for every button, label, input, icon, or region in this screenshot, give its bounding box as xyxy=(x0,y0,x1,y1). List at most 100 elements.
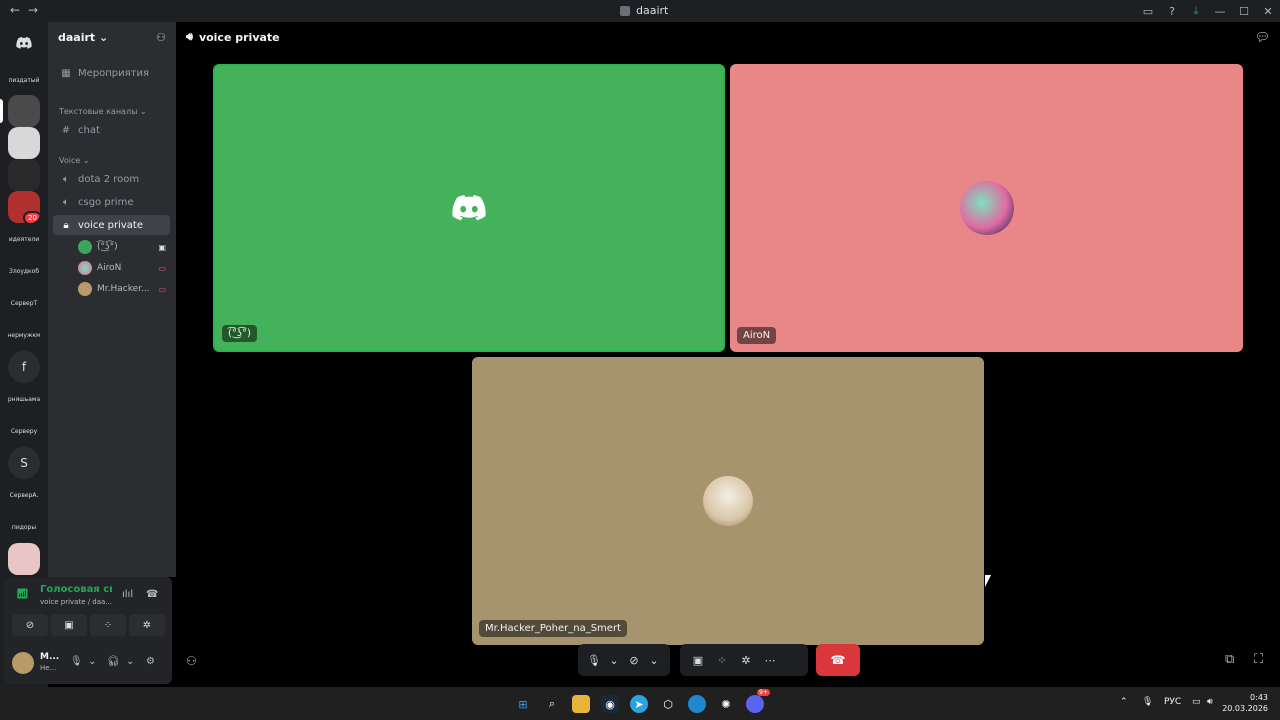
disconnect-icon[interactable]: ☎ xyxy=(146,589,158,600)
soundboard-icon[interactable]: ✲ xyxy=(736,654,756,667)
telegram-icon[interactable]: ➤ xyxy=(630,695,648,713)
maximize-button[interactable]: ☐ xyxy=(1232,5,1256,18)
server-icon-10[interactable]: рняшьама xyxy=(8,383,40,415)
gear-icon[interactable]: ⚙ xyxy=(146,656,155,667)
window-title: daairt xyxy=(620,4,668,17)
camera-off-icon[interactable]: ⊘ xyxy=(626,654,642,667)
server-icon-1[interactable] xyxy=(8,95,40,127)
server-icon-4[interactable]: 20 xyxy=(8,191,40,223)
server-icon-9[interactable]: f xyxy=(8,351,40,383)
discord-home-icon[interactable] xyxy=(8,27,40,59)
voice-channel-link[interactable]: voice private / daa... xyxy=(40,598,112,606)
avatar xyxy=(703,476,753,526)
signal-icon[interactable]: 📶︎ xyxy=(16,589,29,600)
voice-status[interactable]: Голосовая связ xyxy=(40,584,112,595)
server-label: S xyxy=(20,455,28,470)
microphone-icon[interactable]: 🎙︎ xyxy=(70,656,83,667)
server-icon-8[interactable]: нермужкм xyxy=(8,319,40,351)
server-label: рняшьама xyxy=(8,395,40,403)
microphone-icon[interactable]: 🎙︎ xyxy=(586,654,602,667)
server-icon-15[interactable] xyxy=(8,543,40,575)
server-label: идеятели xyxy=(8,235,40,243)
invite-user-icon[interactable]: ⚇ xyxy=(156,31,166,44)
windows-start-icon[interactable]: ⊞ xyxy=(514,695,532,713)
server-icon-12[interactable]: S xyxy=(8,447,40,479)
window-titlebar: ←→ daairt ▭ ? ⤓ — ☐ ✕ xyxy=(0,0,1280,22)
call-title: voice private xyxy=(198,30,280,44)
channel-dota-2-room[interactable]: 🔈︎ dota 2 room xyxy=(53,169,170,189)
participant-tile-1[interactable]: (͡°͜ʖ͡°) xyxy=(213,64,725,352)
server-icon-6[interactable]: Злоудкоб xyxy=(8,255,40,287)
user-panel: M... He... 🎙︎ ⌄ 🎧︎ ⌄ ⚙ xyxy=(4,648,172,684)
network-icon[interactable]: ▭ xyxy=(1192,697,1201,707)
events-item[interactable]: ▦ Мероприятия xyxy=(53,63,170,83)
chevron-down-icon[interactable]: ⌄ xyxy=(126,656,134,667)
close-button[interactable]: ✕ xyxy=(1256,5,1280,18)
inbox-icon[interactable]: ▭ xyxy=(1136,5,1160,18)
server-name-dropdown[interactable]: daairt ⌄ xyxy=(58,31,108,44)
leave-call-button[interactable]: ☎ xyxy=(816,644,860,676)
minimize-button[interactable]: — xyxy=(1208,5,1232,18)
chevron-down-icon[interactable]: ⌄ xyxy=(606,654,622,667)
server-icon-11[interactable]: Серверу xyxy=(8,415,40,447)
channel-chat[interactable]: # chat xyxy=(53,120,170,140)
noise-suppression-icon[interactable]: ılıl xyxy=(122,589,133,600)
category-text-channels[interactable]: Текстовые каналы ⌄ xyxy=(59,107,147,116)
server-label: f xyxy=(21,359,27,374)
headphones-icon[interactable]: 🎧︎ xyxy=(107,656,120,667)
back-forward-nav[interactable]: ←→ xyxy=(10,3,46,17)
tray-expand-icon[interactable]: ⌃ xyxy=(1120,697,1128,707)
chevron-down-icon[interactable]: ⌄ xyxy=(646,654,662,667)
server-icon-14[interactable]: пидоры xyxy=(8,511,40,543)
voice-user-1[interactable]: (͡°͜ʖ͡°) ▣ xyxy=(78,238,170,256)
soundboard-button[interactable]: ✲ xyxy=(129,614,165,636)
search-icon[interactable]: ⌕ xyxy=(543,695,561,713)
avatar xyxy=(78,240,92,254)
notification-badge: 9+ xyxy=(757,689,770,696)
server-icon-2[interactable] xyxy=(8,127,40,159)
server-icon xyxy=(620,5,630,16)
activities-icon[interactable]: ⁘ xyxy=(712,654,732,667)
server-label: СерверТ xyxy=(10,299,38,307)
server-icon-0[interactable]: пиздатый xyxy=(8,64,40,96)
avatar[interactable] xyxy=(12,652,34,674)
user-name: M... xyxy=(40,652,60,662)
voice-user-3[interactable]: Mr.Hacker... ▭ xyxy=(78,280,170,298)
screen-share-button[interactable]: ▣ xyxy=(51,614,87,636)
server-label: СерверА. xyxy=(9,491,39,499)
participant-tile-2[interactable]: AiroN xyxy=(730,64,1243,352)
popout-icon[interactable]: ⧉ xyxy=(1225,652,1234,667)
discord-taskbar-icon[interactable]: 9+ xyxy=(746,689,770,713)
language-indicator[interactable]: РУС xyxy=(1164,697,1181,707)
channel-csgo-prime[interactable]: 🔈︎ csgo prime xyxy=(53,192,170,212)
screen-share-icon[interactable]: ▣ xyxy=(688,654,708,667)
speaker-icon: 🔊︎ xyxy=(186,30,193,43)
server-icon-7[interactable]: СерверТ xyxy=(8,287,40,319)
server-icon-3[interactable] xyxy=(8,159,40,191)
steam-icon[interactable]: ◉ xyxy=(601,695,619,713)
app-icon[interactable]: ⬡ xyxy=(659,695,677,713)
chatgpt-icon[interactable]: ✺ xyxy=(717,695,735,713)
edge-icon[interactable] xyxy=(688,695,706,713)
voice-user-2[interactable]: AiroN ▭ xyxy=(78,259,170,277)
clock[interactable]: 0:43 20.03.2026 xyxy=(1222,692,1268,714)
chevron-down-icon[interactable]: ⌄ xyxy=(88,656,96,667)
volume-icon[interactable]: 🔊︎ xyxy=(1207,697,1213,707)
invite-to-call-icon[interactable]: ⚇ xyxy=(186,654,197,668)
activities-button[interactable]: ⁘ xyxy=(90,614,126,636)
date: 20.03.2026 xyxy=(1222,704,1268,713)
fullscreen-icon[interactable]: ⛶ xyxy=(1254,652,1263,667)
download-icon[interactable]: ⤓ xyxy=(1184,4,1208,18)
camera-off-button[interactable]: ⊘ xyxy=(12,614,48,636)
channel-voice-private[interactable]: 🔒︎ voice private xyxy=(53,215,170,235)
category-voice[interactable]: Voice ⌄ xyxy=(59,156,90,165)
chat-icon[interactable]: 💬︎ xyxy=(1255,30,1270,44)
server-icon-13[interactable]: СерверА. xyxy=(8,479,40,511)
file-explorer-icon[interactable] xyxy=(572,695,590,713)
participant-tile-3[interactable]: Mr.Hacker_Poher_na_Smert xyxy=(472,357,984,645)
more-icon[interactable]: ⋯ xyxy=(760,654,780,667)
server-icon-5[interactable]: идеятели xyxy=(8,223,40,255)
participant-name: AiroN xyxy=(737,327,777,344)
help-icon[interactable]: ? xyxy=(1160,5,1184,18)
microphone-icon[interactable]: 🎙︎ xyxy=(1142,697,1153,707)
